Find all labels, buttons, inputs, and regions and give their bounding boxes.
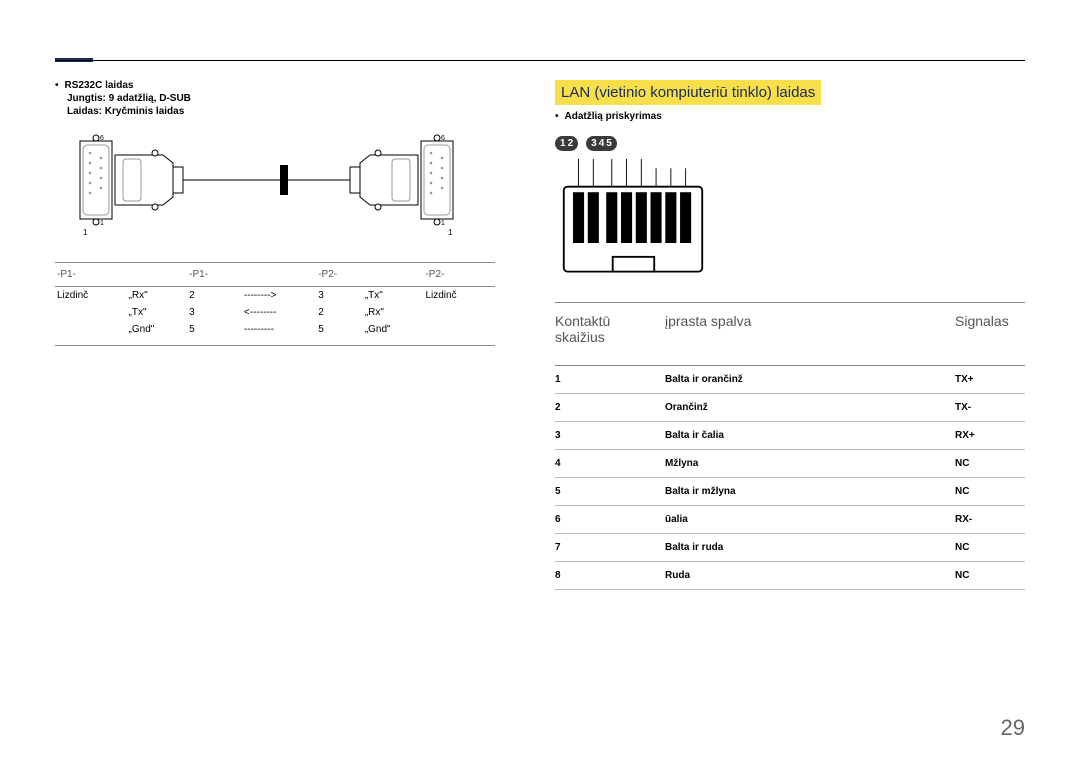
h4: -P2-: [423, 263, 495, 287]
col-pin: Kontaktū skaižius: [555, 303, 665, 366]
table-row: „Tx" 3 <-------- 2 „Rx": [55, 304, 495, 321]
header-rule: [55, 60, 1025, 61]
col-color: įprasta spalva: [665, 303, 955, 366]
svg-text:6: 6: [441, 135, 445, 142]
table-header-row: -P1- -P1- -P2- -P2-: [55, 263, 495, 287]
lan-table-body: 1Balta ir orančinžTX+ 2OrančinžTX- 3Balt…: [555, 366, 1025, 590]
h2: -P1-: [187, 263, 234, 287]
table-row: 5Balta ir mžlynaNC: [555, 478, 1025, 506]
rs232-heading: • RS232C laidas: [55, 80, 495, 91]
cable-diagram: 6 1 6 1: [55, 131, 475, 241]
lan-pin-table: Kontaktū skaižius įprasta spalva Signala…: [555, 302, 1025, 590]
table-row: 6ūaliaRX-: [555, 506, 1025, 534]
table-row: „Gnd" 5 --------- 5 „Gnd": [55, 321, 495, 345]
table-row: 7Balta ir rudaNC: [555, 534, 1025, 562]
svg-text:1: 1: [448, 228, 453, 237]
table-row: 4MžlynaNC: [555, 450, 1025, 478]
svg-text:6: 6: [100, 135, 104, 142]
left-column: • RS232C laidas Jungtis: 9 adatžlią, D-S…: [55, 80, 495, 590]
svg-text:1: 1: [100, 220, 104, 227]
right-column: LAN (vietinio kompiuteriū tinklo) laidas…: [555, 80, 1025, 590]
badge-group-1: 1 2: [555, 136, 578, 151]
rs232-sub1: Jungtis: 9 adatžlią, D-SUB: [67, 93, 495, 104]
bullet-dot: •: [55, 80, 59, 91]
content-columns: • RS232C laidas Jungtis: 9 adatžlią, D-S…: [55, 80, 1025, 590]
table-row: 2OrančinžTX-: [555, 394, 1025, 422]
table-header-row: Kontaktū skaižius įprasta spalva Signala…: [555, 303, 1025, 366]
lan-section-title: LAN (vietinio kompiuteriū tinklo) laidas: [555, 80, 821, 105]
badge-group-2: 3 4 5: [586, 136, 617, 151]
table-row: Lizdinč „Rx" 2 --------> 3 „Tx" Lizdinč: [55, 287, 495, 305]
pin-number-badges: 1 2 3 4 5: [555, 136, 1025, 151]
col-signal: Signalas: [955, 303, 1025, 366]
rs232-pin-table: -P1- -P1- -P2- -P2- Lizdinč „Rx" 2 -----…: [55, 262, 495, 346]
h3: -P2-: [316, 263, 363, 287]
pin-assignment-heading: • Adatžlią priskyrimas: [555, 111, 1025, 122]
h1: -P1-: [55, 263, 127, 287]
table-row: 8RudaNC: [555, 562, 1025, 590]
svg-text:1: 1: [83, 228, 88, 237]
rs232-sub2: Laidas: Kryčminis laidas: [67, 106, 495, 117]
bullet-dot: •: [555, 111, 559, 122]
svg-text:1: 1: [441, 220, 445, 227]
page-number: 29: [1001, 715, 1025, 741]
pin-assignment-label: Adatžlią priskyrimas: [565, 111, 662, 122]
table-row: 3Balta ir čaliaRX+: [555, 422, 1025, 450]
table-row: 1Balta ir orančinžTX+: [555, 366, 1025, 394]
rs232-title: RS232C laidas: [65, 80, 134, 91]
rj45-diagram: [555, 159, 735, 279]
